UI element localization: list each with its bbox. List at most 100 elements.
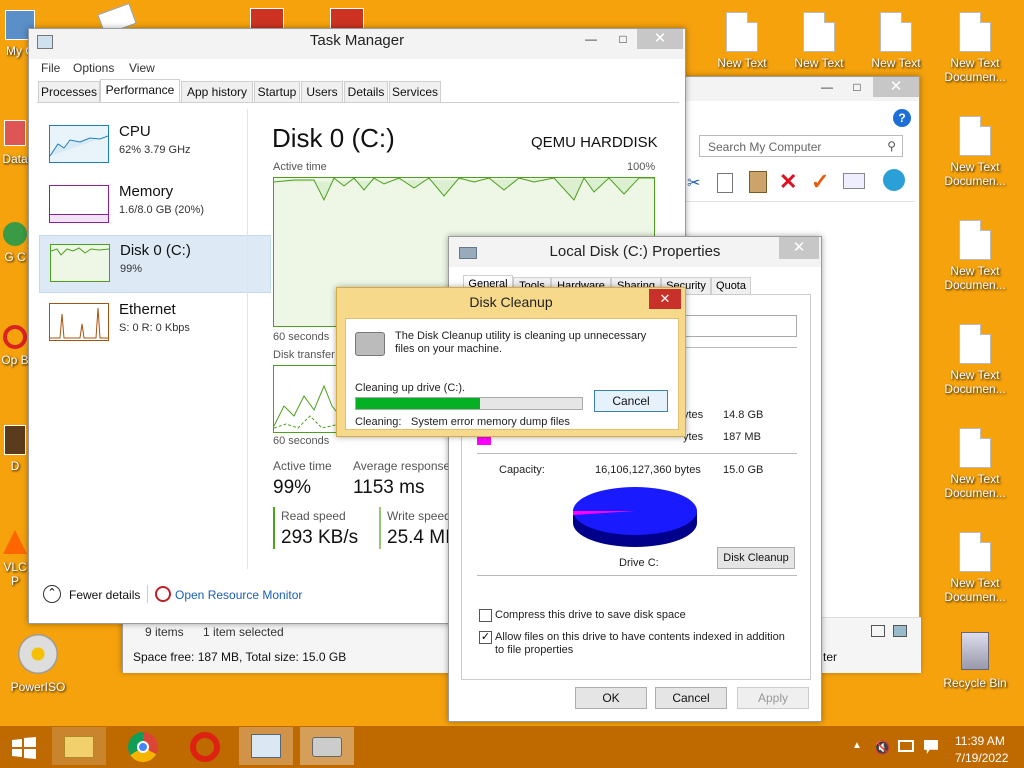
delete-icon[interactable]: ✕ (779, 169, 797, 195)
volume-muted-icon[interactable]: 🔇 (874, 740, 890, 756)
desktop-icon-new-text-document[interactable]: New Text Documen... (940, 116, 1010, 188)
cut-icon[interactable]: ✂ (687, 173, 703, 193)
tab-processes[interactable]: Processes (38, 81, 100, 103)
desktop-icon-d[interactable]: D (0, 425, 30, 473)
tab-quota[interactable]: Quota (711, 277, 751, 295)
taskbar-opera[interactable] (178, 727, 232, 765)
capacity-label: Capacity: (499, 464, 545, 476)
paste-icon[interactable] (749, 171, 767, 193)
taskbar-file-explorer[interactable] (52, 727, 106, 765)
tab-app-history[interactable]: App history (181, 81, 253, 103)
compress-checkbox[interactable] (479, 609, 492, 622)
desktop-icon-google-chrome[interactable]: G C (0, 222, 30, 264)
folder-icon (64, 736, 94, 758)
desktop-icon-new-text[interactable]: New Text (866, 12, 926, 70)
desktop-icon-new-text-document[interactable]: New Text Documen... (940, 532, 1010, 604)
menu-options[interactable]: Options (73, 61, 114, 75)
start-button[interactable] (10, 736, 40, 760)
cancel-button[interactable]: Cancel (655, 687, 727, 709)
capacity-size: 15.0 GB (723, 464, 764, 476)
cleaning-label: Cleaning: (355, 416, 402, 428)
desktop-icon-new-text-document[interactable]: New Text Documen... (940, 428, 1010, 500)
desktop-icon-label: PowerISO (10, 680, 66, 694)
globe-icon[interactable] (883, 169, 905, 191)
ethernet-mini-graph (50, 307, 108, 339)
minimize-button[interactable]: — (813, 77, 841, 97)
desktop-icon-new-text[interactable]: New Text (789, 12, 849, 70)
desktop-icon-poweriso[interactable]: PowerISO (8, 634, 68, 694)
close-button[interactable]: ✕ (873, 77, 919, 97)
tray-chevron-icon[interactable]: ▲ (852, 740, 862, 751)
divider (477, 453, 797, 454)
open-resource-monitor-link[interactable]: Open Resource Monitor (175, 588, 302, 602)
sidebar-item-disk[interactable]: Disk 0 (C:) 99% (39, 235, 271, 293)
help-icon[interactable]: ? (893, 109, 911, 127)
chevron-up-icon[interactable]: ⌃ (43, 585, 61, 603)
desktop-icon-label: New Text (794, 56, 844, 70)
sidebar-item-memory[interactable]: Memory 1.6/8.0 GB (20%) (39, 177, 271, 235)
fewer-details-link[interactable]: Fewer details (69, 588, 140, 602)
menu-view[interactable]: View (129, 61, 155, 75)
desktop-icon-recycle-bin[interactable]: Recycle Bin (940, 632, 1010, 690)
cleanup-progress-bar (355, 397, 583, 410)
write-speed-label: Write speed (387, 509, 451, 523)
task-manager-icon (37, 35, 53, 49)
tab-performance[interactable]: Performance (100, 79, 180, 103)
maximize-button[interactable]: □ (609, 29, 637, 49)
sidebar-item-label: CPU (119, 123, 151, 140)
compress-label: Compress this drive to save disk space (495, 609, 686, 621)
text-document-icon (803, 12, 835, 52)
desktop-icon-vlc[interactable]: VLC P (0, 530, 30, 588)
window-title: Task Manager (309, 32, 405, 49)
details-view-icon[interactable] (871, 625, 885, 637)
tab-startup[interactable]: Startup (254, 81, 300, 103)
active-time-stat: 99% (273, 477, 312, 498)
sidebar-item-ethernet[interactable]: Ethernet S: 0 R: 0 Kbps (39, 295, 271, 353)
used-bytes: ytes (683, 409, 704, 421)
tab-details[interactable]: Details (344, 81, 388, 103)
desktop-icon-opera[interactable]: Op B (0, 325, 30, 367)
drive-icon (459, 247, 477, 259)
taskbar-chrome[interactable] (116, 727, 170, 765)
sidebar-item-cpu[interactable]: CPU 62% 3.79 GHz (39, 117, 271, 175)
maximize-button[interactable]: □ (843, 77, 871, 97)
clock-time[interactable]: 11:39 AM (955, 734, 1005, 748)
divider (683, 201, 915, 202)
close-button[interactable]: ✕ (637, 29, 683, 49)
tab-users[interactable]: Users (301, 81, 343, 103)
check-icon[interactable]: ✓ (811, 169, 829, 195)
properties-icon[interactable] (843, 173, 865, 189)
minimize-button[interactable]: — (577, 29, 605, 49)
disk-thumbnail (50, 244, 110, 282)
app-icon (250, 8, 284, 30)
menu-file[interactable]: File (41, 61, 60, 75)
taskbar-task-manager[interactable] (239, 727, 293, 765)
vlc-icon (3, 530, 27, 554)
desktop-icon-data[interactable]: Data (0, 120, 30, 166)
desktop-icon-new-text-document[interactable]: New Text Documen... (940, 220, 1010, 292)
cleanup-cancel-button[interactable]: Cancel (594, 390, 668, 412)
search-input[interactable]: Search My Computer ⚲ (699, 135, 903, 157)
sidebar-item-value: 1.6/8.0 GB (20%) (119, 204, 204, 216)
ok-button[interactable]: OK (575, 687, 647, 709)
ethernet-thumbnail (49, 303, 109, 341)
tab-services[interactable]: Services (389, 81, 441, 103)
desktop-icon-new-text[interactable]: New Text (712, 12, 772, 70)
clock-date[interactable]: 7/19/2022 (955, 751, 1008, 765)
desktop-icon-label: Recycle Bin (943, 676, 1007, 690)
desktop-icon-new-text-document[interactable]: New Text Documen... (940, 324, 1010, 396)
status-right-text: ter (823, 650, 838, 664)
close-button[interactable]: ✕ (779, 237, 819, 259)
sidebar-item-label: Ethernet (119, 301, 176, 318)
disk-cleanup-button[interactable]: Disk Cleanup (717, 547, 795, 569)
network-icon[interactable] (898, 740, 914, 752)
apply-button[interactable]: Apply (737, 687, 809, 709)
resource-monitor-icon (155, 586, 171, 602)
copy-icon[interactable] (717, 173, 733, 193)
tiles-view-icon[interactable] (893, 625, 907, 637)
read-speed-value: 293 KB/s (281, 527, 359, 548)
index-checkbox[interactable]: ✓ (479, 631, 492, 644)
desktop-icon-new-text-document[interactable]: New Text Documen... (940, 12, 1010, 84)
taskbar-disk-cleanup[interactable] (300, 727, 354, 765)
close-button[interactable]: ✕ (649, 289, 681, 309)
